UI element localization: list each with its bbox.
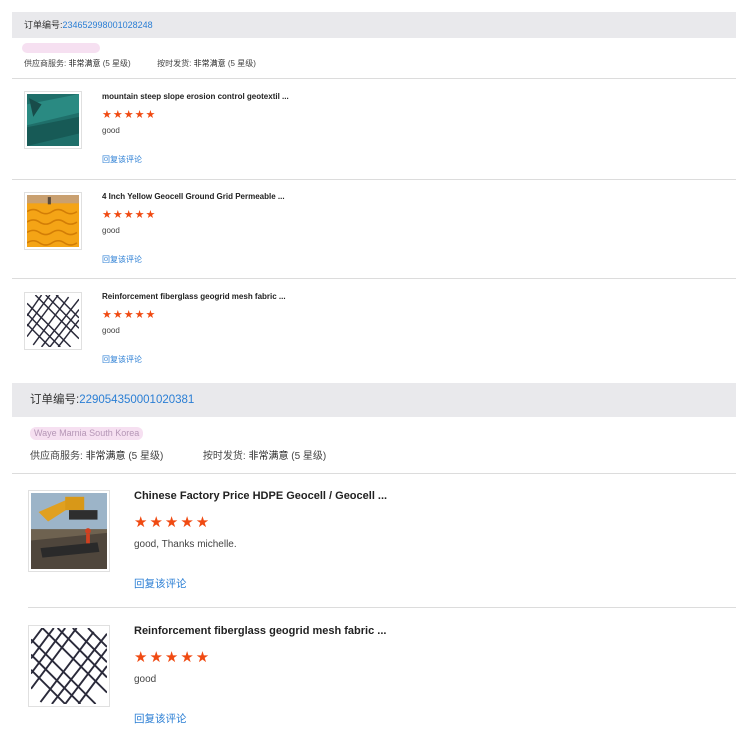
supplier-ratings: 供应商服务: 非常满意 (5 星级) 按时发货: 非常满意 (5 星级) xyxy=(24,58,256,69)
supplier-service-value: 非常满意 xyxy=(68,59,101,68)
divider xyxy=(12,179,736,180)
order-number-label: 订单编号: xyxy=(24,20,63,30)
on-time-stars: (5 星级) xyxy=(291,451,327,462)
product-title[interactable]: mountain steep slope erosion control geo… xyxy=(102,92,289,101)
on-time-value: 非常满意 xyxy=(193,59,226,68)
divider xyxy=(28,607,736,608)
review-comment: good xyxy=(102,126,120,135)
rating-stars: ★★★★★ xyxy=(102,109,157,121)
supplier-service-value: 非常满意 xyxy=(85,451,126,462)
rating-stars: ★★★★★ xyxy=(134,649,212,666)
supplier-service-label: 供应商服务: xyxy=(24,59,67,68)
order-header: 订单编号:234652998001028248 xyxy=(12,12,736,38)
rating-stars: ★★★★★ xyxy=(102,209,157,221)
order-number-label: 订单编号: xyxy=(30,394,80,406)
order-header: 订单编号:229054350001020381 xyxy=(12,383,736,417)
product-title[interactable]: Reinforcement fiberglass geogrid mesh fa… xyxy=(102,292,286,301)
supplier-service-label: 供应商服务: xyxy=(30,451,83,462)
reply-comment-link[interactable]: 回复该评论 xyxy=(134,576,187,591)
divider xyxy=(12,78,736,79)
on-time-label: 按时发货: xyxy=(157,59,192,68)
supplier-service-stars: (5 星级) xyxy=(102,59,131,68)
order-number[interactable]: 234652998001028248 xyxy=(63,20,153,30)
product-title[interactable]: 4 Inch Yellow Geocell Ground Grid Permea… xyxy=(102,192,285,201)
product-title[interactable]: Chinese Factory Price HDPE Geocell / Geo… xyxy=(134,490,387,502)
supplier-service-stars: (5 星级) xyxy=(128,451,164,462)
product-image-green-geotextile[interactable] xyxy=(24,91,82,149)
product-image-yellow-geocell[interactable] xyxy=(24,192,82,250)
reply-comment-link[interactable]: 回复该评论 xyxy=(134,711,187,726)
product-image-excavator-geocell[interactable] xyxy=(28,490,110,572)
order-number[interactable]: 229054350001020381 xyxy=(79,394,194,406)
reply-comment-link[interactable]: 回复该评论 xyxy=(102,254,142,265)
reply-comment-link[interactable]: 回复该评论 xyxy=(102,154,142,165)
buyer-location-redacted xyxy=(22,43,100,53)
review-comment: good xyxy=(102,326,120,335)
product-title[interactable]: Reinforcement fiberglass geogrid mesh fa… xyxy=(134,625,386,637)
product-image-geogrid-mesh[interactable] xyxy=(28,625,110,707)
review-comment: good xyxy=(134,674,157,685)
review-comment: good xyxy=(102,226,120,235)
rating-stars: ★★★★★ xyxy=(134,514,212,531)
on-time-stars: (5 星级) xyxy=(227,59,256,68)
reply-comment-link[interactable]: 回复该评论 xyxy=(102,354,142,365)
divider xyxy=(12,473,736,474)
on-time-label: 按时发货: xyxy=(202,451,246,462)
supplier-ratings: 供应商服务: 非常满意 (5 星级) 按时发货: 非常满意 (5 星级) xyxy=(30,447,326,462)
rating-stars: ★★★★★ xyxy=(102,309,157,321)
review-comment: good, Thanks michelle. xyxy=(134,539,237,550)
buyer-location: Waye Marnia South Korea xyxy=(30,427,144,440)
divider xyxy=(12,278,736,279)
on-time-value: 非常满意 xyxy=(248,451,289,462)
product-image-geogrid-mesh[interactable] xyxy=(24,292,82,350)
